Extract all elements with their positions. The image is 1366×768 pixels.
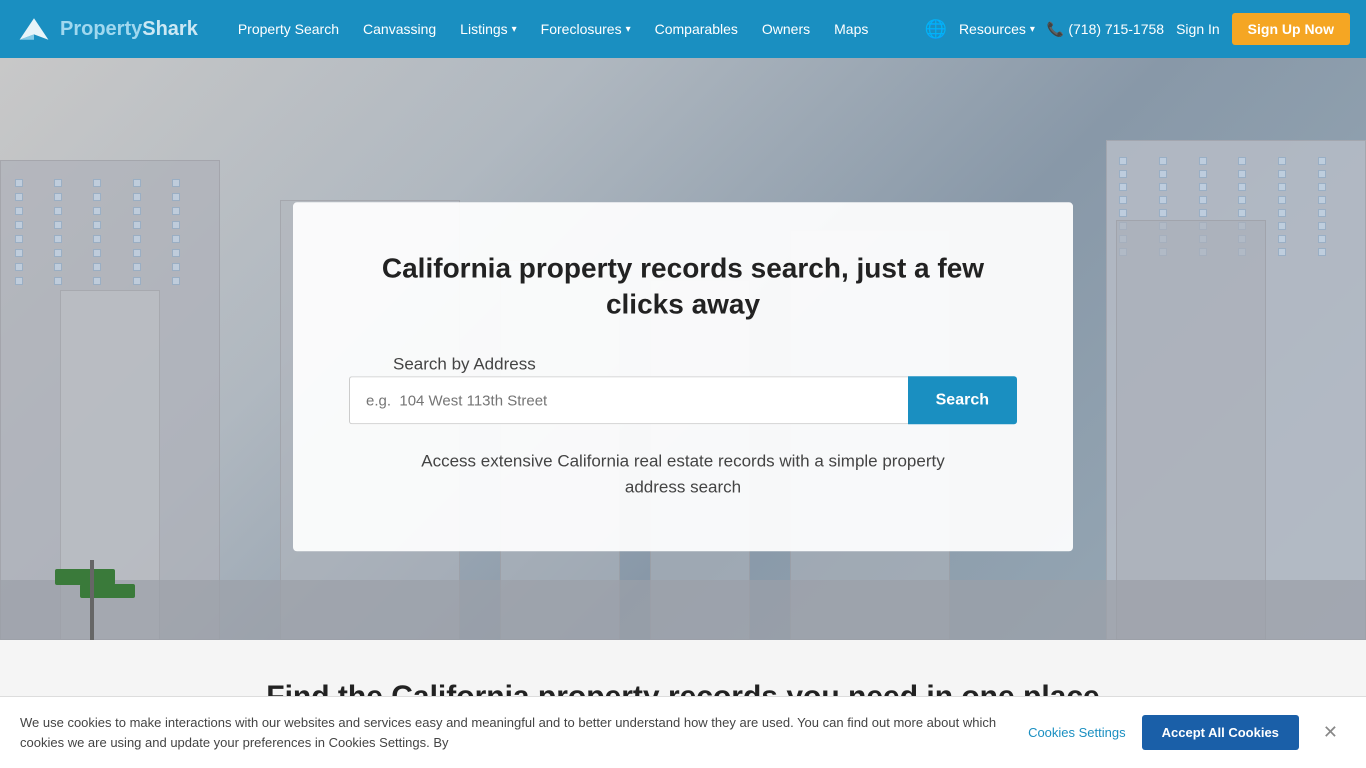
search-button[interactable]: Search [908, 377, 1017, 425]
phone-section: 📞 (718) 715-1758 [1047, 21, 1164, 38]
nav-maps[interactable]: Maps [824, 13, 878, 45]
cookie-close-button[interactable]: ✕ [1315, 718, 1346, 747]
hero-section: California property records search, just… [0, 58, 1366, 640]
phone-icon: 📞 [1047, 21, 1064, 38]
search-label: Search by Address [393, 351, 973, 377]
cookies-settings-button[interactable]: Cookies Settings [1028, 725, 1126, 740]
phone-number: (718) 715-1758 [1068, 21, 1164, 37]
hero-heading: California property records search, just… [349, 250, 1017, 323]
brand-name: PropertyShark [60, 18, 198, 41]
resources-dropdown-arrow: ▾ [1030, 24, 1035, 35]
address-search-input[interactable] [349, 377, 908, 425]
navbar-right: 🌐 Resources ▾ 📞 (718) 715-1758 Sign In S… [925, 13, 1350, 45]
navbar: PropertyShark Property Search Canvassing… [0, 0, 1366, 58]
resources-button[interactable]: Resources ▾ [959, 21, 1035, 37]
signin-link[interactable]: Sign In [1176, 21, 1220, 37]
nav-comparables[interactable]: Comparables [645, 13, 748, 45]
cookie-actions: Cookies Settings Accept All Cookies ✕ [1028, 715, 1346, 750]
globe-icon[interactable]: 🌐 [925, 19, 947, 40]
nav-links: Property Search Canvassing Listings ▾ Fo… [228, 13, 925, 45]
accept-cookies-button[interactable]: Accept All Cookies [1142, 715, 1299, 750]
nav-listings[interactable]: Listings ▾ [450, 13, 527, 45]
nav-foreclosures[interactable]: Foreclosures ▾ [531, 13, 641, 45]
shark-logo-icon [16, 11, 52, 47]
cookie-banner: We use cookies to make interactions with… [0, 696, 1366, 768]
nav-property-search[interactable]: Property Search [228, 13, 349, 45]
foreclosures-dropdown-arrow: ▾ [626, 24, 631, 35]
signup-button[interactable]: Sign Up Now [1232, 13, 1350, 45]
nav-owners[interactable]: Owners [752, 13, 820, 45]
cookie-text: We use cookies to make interactions with… [20, 713, 1008, 752]
search-card: California property records search, just… [293, 202, 1073, 551]
nav-canvassing[interactable]: Canvassing [353, 13, 446, 45]
logo[interactable]: PropertyShark [16, 11, 198, 47]
hero-subtext: Access extensive California real estate … [393, 449, 973, 500]
search-row: Search [349, 377, 1017, 425]
listings-dropdown-arrow: ▾ [512, 24, 517, 35]
